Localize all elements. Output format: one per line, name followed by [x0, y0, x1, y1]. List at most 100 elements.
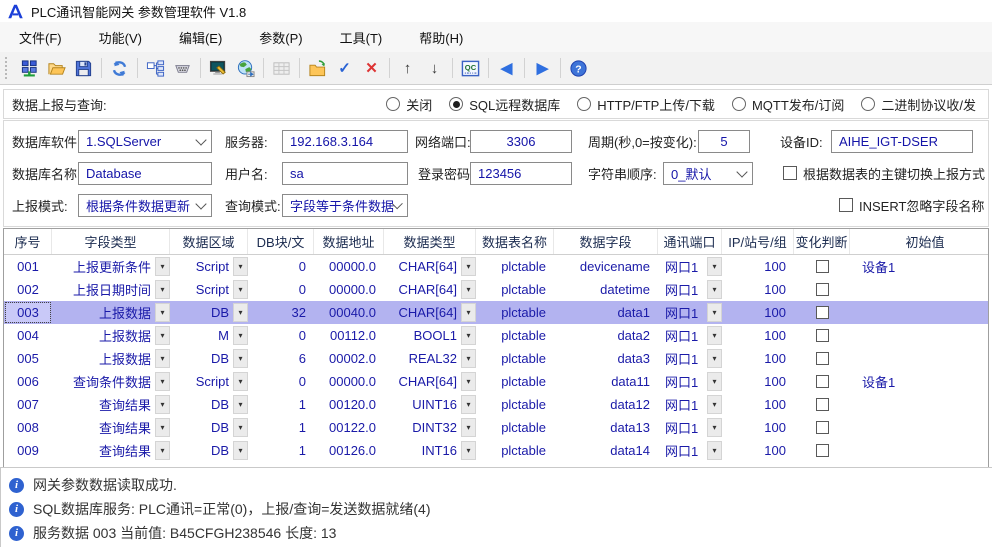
pk-switch-checkbox[interactable] — [783, 166, 797, 180]
dropdown-button[interactable]: ▾ — [707, 395, 722, 414]
dropdown-button[interactable]: ▾ — [461, 372, 476, 391]
change-detect-checkbox[interactable] — [816, 306, 829, 319]
monitor-edit-icon[interactable] — [206, 56, 231, 81]
dropdown-button[interactable]: ▾ — [461, 280, 476, 299]
info-icon: i — [9, 502, 24, 517]
table-row[interactable]: 002 上报日期时间▾ Script▾ 0 00000.0 CHAR[64]▾ … — [4, 278, 988, 301]
dropdown-button[interactable]: ▾ — [707, 303, 722, 322]
move-down-icon[interactable]: ↓ — [422, 56, 447, 81]
table-row[interactable]: 009 查询结果▾ DB▾ 1 00126.0 INT16▾ plctable … — [4, 439, 988, 462]
report-mode-radio[interactable]: 二进制协议收/发 — [861, 95, 976, 114]
serial-port-icon[interactable] — [170, 56, 195, 81]
dropdown-button[interactable]: ▾ — [461, 326, 476, 345]
save-icon[interactable] — [71, 56, 96, 81]
report-mode-radio[interactable]: SQL远程数据库 — [449, 95, 560, 114]
dropdown-button[interactable]: ▾ — [233, 280, 248, 299]
change-detect-checkbox[interactable] — [816, 444, 829, 457]
dropdown-button[interactable]: ▾ — [461, 441, 476, 460]
dropdown-button[interactable]: ▾ — [707, 418, 722, 437]
dropdown-button[interactable]: ▾ — [707, 441, 722, 460]
dropdown-button[interactable]: ▾ — [155, 349, 170, 368]
table-row[interactable]: 008 查询结果▾ DB▾ 1 00122.0 DINT32▾ plctable… — [4, 416, 988, 439]
cycle-input[interactable]: 5 — [698, 130, 750, 153]
dropdown-button[interactable]: ▾ — [155, 303, 170, 322]
table-row[interactable]: 001 上报更新条件▾ Script▾ 0 00000.0 CHAR[64]▾ … — [4, 255, 988, 278]
dropdown-button[interactable]: ▾ — [461, 418, 476, 437]
menu-item[interactable]: 工具(T) — [327, 23, 396, 52]
device-id-input[interactable]: AIHE_IGT-DSER — [831, 130, 973, 153]
net-tree-icon[interactable] — [143, 56, 168, 81]
dropdown-button[interactable]: ▾ — [707, 349, 722, 368]
table-row[interactable]: 004 上报数据▾ M▾ 0 00112.0 BOOL1▾ plctable d… — [4, 324, 988, 347]
change-detect-checkbox[interactable] — [816, 398, 829, 411]
dropdown-button[interactable]: ▾ — [233, 349, 248, 368]
report-mode-radio[interactable]: MQTT发布/订阅 — [732, 95, 844, 114]
port-input[interactable]: 3306 — [470, 130, 572, 153]
table-row[interactable]: 003 上报数据▾ DB▾ 32 00040.0 CHAR[64]▾ plcta… — [4, 301, 988, 324]
open-folder-icon[interactable] — [44, 56, 69, 81]
dropdown-button[interactable]: ▾ — [155, 257, 170, 276]
apply-check-icon[interactable]: ✓ — [332, 56, 357, 81]
change-detect-checkbox[interactable] — [816, 375, 829, 388]
refresh-icon[interactable] — [107, 56, 132, 81]
dropdown-button[interactable]: ▾ — [155, 372, 170, 391]
menu-item[interactable]: 文件(F) — [6, 23, 75, 52]
help-icon[interactable]: ? — [566, 56, 591, 81]
change-detect-checkbox[interactable] — [816, 329, 829, 342]
dropdown-button[interactable]: ▾ — [233, 303, 248, 322]
delete-x-icon[interactable]: ✕ — [359, 56, 384, 81]
report-mode-select[interactable]: 根据条件数据更新 — [78, 194, 212, 217]
report-mode-radio-group: 关闭 SQL远程数据库 HTTP/FTP上传/下载 MQTT发布/订阅 二进制协… — [386, 95, 988, 114]
change-detect-checkbox[interactable] — [816, 421, 829, 434]
dropdown-button[interactable]: ▾ — [707, 257, 722, 276]
dropdown-button[interactable]: ▾ — [707, 372, 722, 391]
paste-folder-icon[interactable] — [305, 56, 330, 81]
query-mode-select[interactable]: 字段等于条件数据 — [282, 194, 408, 217]
change-detect-checkbox[interactable] — [816, 283, 829, 296]
prev-icon[interactable]: ◀ — [494, 56, 519, 81]
report-mode-radio[interactable]: 关闭 — [386, 95, 432, 114]
table-row[interactable]: 007 查询结果▾ DB▾ 1 00120.0 UINT16▾ plctable… — [4, 393, 988, 416]
server-input[interactable]: 192.168.3.164 — [282, 130, 408, 153]
username-input[interactable]: sa — [282, 162, 408, 185]
insert-ignore-checkbox[interactable] — [839, 198, 853, 212]
dropdown-button[interactable]: ▾ — [461, 349, 476, 368]
db-name-input[interactable]: Database — [78, 162, 212, 185]
table-row[interactable]: 006 查询条件数据▾ Script▾ 0 00000.0 CHAR[64]▾ … — [4, 370, 988, 393]
menu-item[interactable]: 功能(V) — [86, 23, 155, 52]
report-mode-radio[interactable]: HTTP/FTP上传/下载 — [577, 95, 715, 114]
globe-transfer-icon[interactable] — [233, 56, 258, 81]
menu-item[interactable]: 帮助(H) — [406, 23, 476, 52]
qc-icon[interactable]: QC — [458, 56, 483, 81]
table-row[interactable]: 005 上报数据▾ DB▾ 6 00002.0 REAL32▾ plctable… — [4, 347, 988, 370]
table-grid-icon[interactable] — [269, 56, 294, 81]
dropdown-button[interactable]: ▾ — [233, 418, 248, 437]
dropdown-button[interactable]: ▾ — [233, 257, 248, 276]
dropdown-button[interactable]: ▾ — [461, 395, 476, 414]
dropdown-button[interactable]: ▾ — [155, 395, 170, 414]
dropdown-button[interactable]: ▾ — [233, 395, 248, 414]
comm-port-cell: 网口1 — [658, 372, 703, 391]
dropdown-button[interactable]: ▾ — [233, 441, 248, 460]
dropdown-button[interactable]: ▾ — [233, 372, 248, 391]
dropdown-button[interactable]: ▾ — [155, 418, 170, 437]
connect-icon[interactable] — [17, 56, 42, 81]
dropdown-button[interactable]: ▾ — [233, 326, 248, 345]
string-order-select[interactable]: 0_默认 — [663, 162, 753, 185]
password-input[interactable]: 123456 — [470, 162, 572, 185]
change-detect-checkbox[interactable] — [816, 352, 829, 365]
menu-item[interactable]: 参数(P) — [246, 23, 315, 52]
next-icon[interactable]: ▶ — [530, 56, 555, 81]
radio-icon — [732, 97, 746, 111]
db-software-select[interactable]: 1.SQLServer — [78, 130, 212, 153]
dropdown-button[interactable]: ▾ — [461, 303, 476, 322]
dropdown-button[interactable]: ▾ — [707, 326, 722, 345]
dropdown-button[interactable]: ▾ — [155, 441, 170, 460]
change-detect-checkbox[interactable] — [816, 260, 829, 273]
dropdown-button[interactable]: ▾ — [155, 326, 170, 345]
dropdown-button[interactable]: ▾ — [155, 280, 170, 299]
menu-item[interactable]: 编辑(E) — [166, 23, 235, 52]
dropdown-button[interactable]: ▾ — [707, 280, 722, 299]
move-up-icon[interactable]: ↑ — [395, 56, 420, 81]
dropdown-button[interactable]: ▾ — [461, 257, 476, 276]
